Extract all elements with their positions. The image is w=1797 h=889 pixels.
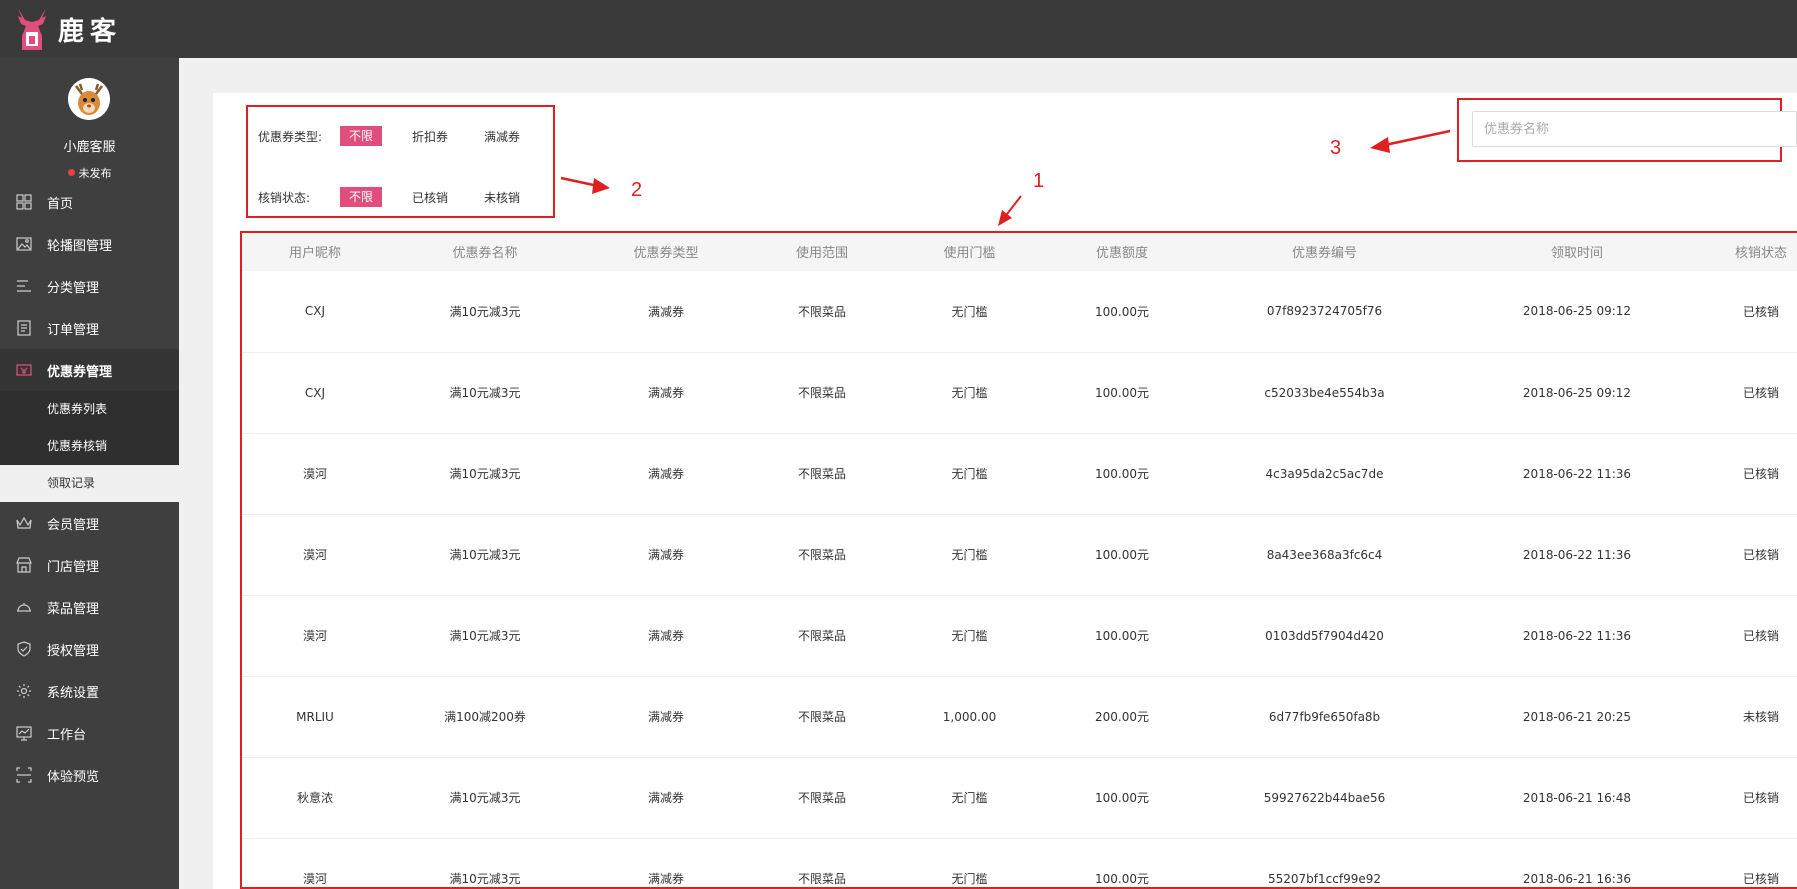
annotation-label-1: 1 xyxy=(1033,170,1045,192)
column-header-coupon-code[interactable]: 优惠券编号 xyxy=(1197,233,1452,271)
column-header-coupon-type[interactable]: 优惠券类型 xyxy=(580,233,752,271)
cell-coupon-code: 6d77fb9fe650fa8b xyxy=(1268,709,1381,724)
cell-redeem-status: 已核销 xyxy=(1742,467,1779,481)
cell-nickname: 漠河 xyxy=(302,629,327,643)
cell-threshold: 无门槛 xyxy=(951,629,988,643)
cell-scope: 不限菜品 xyxy=(797,872,846,886)
cell-scope: 不限菜品 xyxy=(797,467,846,481)
cell-amount: 100.00元 xyxy=(1095,872,1149,886)
arrow-1-icon xyxy=(998,195,1022,226)
column-header-amount[interactable]: 优惠额度 xyxy=(1047,233,1197,271)
cell-coupon-name: 满10元减3元 xyxy=(449,386,521,400)
column-header-scope[interactable]: 使用范围 xyxy=(752,233,892,271)
cell-amount: 100.00元 xyxy=(1095,791,1149,805)
cell-claim-time: 2018-06-21 20:25 xyxy=(1522,709,1632,724)
cell-coupon-type: 满减券 xyxy=(647,386,684,400)
claim-records-table: 用户昵称 优惠券名称 优惠券类型 使用范围 使用门槛 优惠额度 优惠券编号 领取… xyxy=(242,233,1797,887)
column-header-coupon-name[interactable]: 优惠券名称 xyxy=(390,233,580,271)
cell-coupon-type: 满减券 xyxy=(647,548,684,562)
table-row[interactable]: 漠河 满10元减3元 满减券 不限菜品 无门槛 100.00元 4c3a95da2c5ac7… xyxy=(242,433,1797,514)
cell-coupon-code: 55207bf1ccf99e92 xyxy=(1268,871,1381,886)
cell-nickname: 秋意浓 xyxy=(296,791,333,805)
cell-scope: 不限菜品 xyxy=(797,304,846,319)
cell-coupon-name: 满10元减3元 xyxy=(449,548,521,562)
cell-nickname: 漠河 xyxy=(302,548,327,562)
cell-amount: 100.00元 xyxy=(1095,629,1149,643)
cell-coupon-name: 满10元减3元 xyxy=(449,467,521,481)
column-header-nickname[interactable]: 用户昵称 xyxy=(242,233,390,271)
cell-scope: 不限菜品 xyxy=(797,548,846,562)
cell-amount: 100.00元 xyxy=(1095,386,1149,400)
cell-amount: 200.00元 xyxy=(1095,710,1149,724)
cell-coupon-type: 满减券 xyxy=(647,791,684,805)
cell-threshold: 无门槛 xyxy=(951,467,988,481)
cell-nickname: CXJ xyxy=(304,304,326,319)
cell-coupon-code: 59927622b44bae56 xyxy=(1263,790,1386,805)
cell-redeem-status: 已核销 xyxy=(1742,629,1779,643)
annotation-label-3: 3 xyxy=(1330,137,1342,159)
cell-nickname: 漠河 xyxy=(302,467,327,481)
cell-amount: 100.00元 xyxy=(1095,548,1149,562)
cell-coupon-name: 满100减200券 xyxy=(444,710,526,724)
cell-scope: 不限菜品 xyxy=(797,629,846,643)
cell-coupon-code: 8a43ee368a3fc6c4 xyxy=(1266,547,1383,562)
cell-redeem-status: 已核销 xyxy=(1742,548,1779,562)
cell-coupon-code: 0103dd5f7904d420 xyxy=(1265,628,1384,643)
cell-scope: 不限菜品 xyxy=(797,791,846,805)
table-row[interactable]: CXJ 满10元减3元 满减券 不限菜品 无门槛 100.00元 07f8923724705… xyxy=(242,271,1797,352)
cell-coupon-type: 满减券 xyxy=(647,872,684,886)
cell-coupon-code: 4c3a95da2c5ac7de xyxy=(1265,466,1384,481)
cell-coupon-code: 07f8923724705f76 xyxy=(1266,304,1383,319)
cell-claim-time: 2018-06-22 11:36 xyxy=(1522,628,1632,643)
cell-threshold: 无门槛 xyxy=(951,872,988,886)
column-header-threshold[interactable]: 使用门槛 xyxy=(892,233,1047,271)
table-row[interactable]: 漠河 满10元减3元 满减券 不限菜品 无门槛 100.00元 8a43ee368a3fc6… xyxy=(242,514,1797,595)
cell-coupon-type: 满减券 xyxy=(647,629,684,643)
cell-claim-time: 2018-06-22 11:36 xyxy=(1522,466,1632,481)
cell-coupon-code: c52033be4e554b3a xyxy=(1264,385,1385,400)
cell-redeem-status: 已核销 xyxy=(1742,791,1779,805)
cell-redeem-status: 未核销 xyxy=(1742,710,1779,724)
column-header-claim-time[interactable]: 领取时间 xyxy=(1452,233,1702,271)
cell-coupon-name: 满10元减3元 xyxy=(449,872,521,886)
arrow-2-icon xyxy=(560,176,610,194)
cell-amount: 100.00元 xyxy=(1095,304,1149,319)
cell-claim-time: 2018-06-22 11:36 xyxy=(1522,547,1632,562)
annotation-label-2: 2 xyxy=(631,179,643,201)
table-row[interactable]: 漠河 满10元减3元 满减券 不限菜品 无门槛 100.00元 0103dd5f7904d4… xyxy=(242,595,1797,676)
cell-coupon-type: 满减券 xyxy=(647,467,684,481)
cell-scope: 不限菜品 xyxy=(797,710,846,724)
cell-claim-time: 2018-06-21 16:36 xyxy=(1522,871,1632,886)
table-header-row: 用户昵称 优惠券名称 优惠券类型 使用范围 使用门槛 优惠额度 优惠券编号 领取… xyxy=(242,233,1797,271)
cell-coupon-type: 满减券 xyxy=(647,304,684,319)
table-row[interactable]: 漠河 满10元减3元 满减券 不限菜品 无门槛 100.00元 55207bf1ccf99e… xyxy=(242,838,1797,887)
table-row[interactable]: 秋意浓 满10元减3元 满减券 不限菜品 无门槛 100.00元 59927622b44ba… xyxy=(242,757,1797,838)
cell-threshold: 无门槛 xyxy=(951,548,988,562)
arrow-3-icon xyxy=(1370,129,1451,153)
cell-coupon-name: 满10元减3元 xyxy=(449,304,521,319)
records-table-box: 用户昵称 优惠券名称 优惠券类型 使用范围 使用门槛 优惠额度 优惠券编号 领取… xyxy=(240,231,1797,889)
cell-coupon-name: 满10元减3元 xyxy=(449,791,521,805)
table-row[interactable]: CXJ 满10元减3元 满减券 不限菜品 无门槛 100.00元 c52033be4e554… xyxy=(242,352,1797,433)
table-row[interactable]: MRLIU 满100减200券 满减券 不限菜品 1,000.00 200.00元 6d77… xyxy=(242,676,1797,757)
cell-threshold: 无门槛 xyxy=(951,386,988,400)
cell-threshold: 无门槛 xyxy=(951,791,988,805)
cell-claim-time: 2018-06-25 09:12 xyxy=(1522,385,1632,400)
cell-amount: 100.00元 xyxy=(1095,467,1149,481)
cell-claim-time: 2018-06-21 16:48 xyxy=(1522,790,1632,805)
cell-nickname: CXJ xyxy=(304,385,326,400)
cell-redeem-status: 已核销 xyxy=(1742,386,1779,400)
cell-coupon-name: 满10元减3元 xyxy=(449,629,521,643)
cell-threshold: 1,000.00 xyxy=(942,709,997,724)
cell-coupon-type: 满减券 xyxy=(647,710,684,724)
column-header-redeem-status[interactable]: 核销状态 xyxy=(1702,233,1797,271)
cell-threshold: 无门槛 xyxy=(951,304,988,319)
cell-scope: 不限菜品 xyxy=(797,386,846,400)
cell-redeem-status: 已核销 xyxy=(1742,304,1779,319)
cell-nickname: MRLIU xyxy=(296,709,334,724)
cell-redeem-status: 已核销 xyxy=(1742,872,1779,886)
cell-nickname: 漠河 xyxy=(302,872,327,886)
cell-claim-time: 2018-06-25 09:12 xyxy=(1522,304,1632,319)
